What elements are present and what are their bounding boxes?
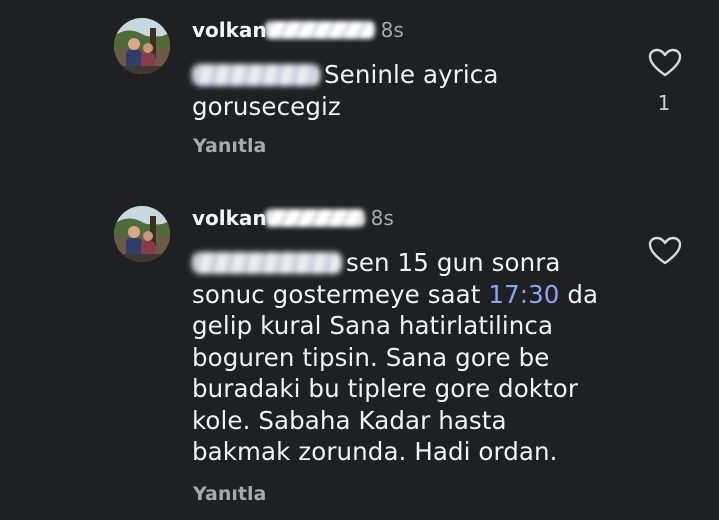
mention-redaction[interactable] bbox=[192, 252, 342, 274]
comment-text: sen 15 gun sonra sonuc gostermeye saat 1… bbox=[192, 247, 622, 468]
comment-text-line: bakmak zorunda. Hadi ordan. bbox=[192, 437, 558, 466]
comment-text-fragment: da bbox=[559, 279, 599, 309]
heart-icon[interactable] bbox=[648, 236, 682, 266]
username[interactable]: volkan bbox=[192, 206, 267, 230]
comment-text-fragment: sonuc gostermeye saat bbox=[192, 279, 489, 309]
comment-text-line: sen 15 gun sonra bbox=[346, 248, 561, 277]
user-avatar[interactable] bbox=[114, 206, 170, 262]
user-avatar[interactable] bbox=[114, 18, 170, 74]
comment-text-line: boguren tipsin. Sana gore be bbox=[192, 342, 550, 372]
username[interactable]: volkan bbox=[192, 18, 267, 42]
reply-button[interactable]: Yanıtla bbox=[193, 135, 266, 157]
comment-text-line: kole. Sabaha Kadar hasta bbox=[192, 405, 507, 435]
comment-text-line: buradaki bu tiplere gore doktor bbox=[192, 374, 579, 403]
username-redaction bbox=[264, 21, 375, 39]
comment-time: 8s bbox=[370, 206, 394, 230]
comment-text-line: Seninle ayrica bbox=[324, 60, 499, 89]
like-count: 1 bbox=[657, 91, 671, 115]
comment-header: volkan 8s bbox=[192, 206, 394, 230]
time-link[interactable]: 17:30 bbox=[488, 280, 559, 309]
comment-time: 8s bbox=[380, 18, 404, 42]
comment-text-line: gorusecegiz bbox=[192, 91, 341, 121]
reply-button[interactable]: Yanıtla bbox=[193, 483, 266, 505]
mention-redaction[interactable] bbox=[192, 64, 320, 86]
comment-text-line: gelip kural Sana hatirlatilinca bbox=[192, 311, 554, 340]
username-redaction bbox=[264, 209, 365, 227]
comment-text: Seninle ayrica gorusecegiz bbox=[192, 59, 622, 122]
comment-header: volkan 8s bbox=[192, 18, 404, 42]
heart-icon[interactable] bbox=[648, 48, 682, 78]
